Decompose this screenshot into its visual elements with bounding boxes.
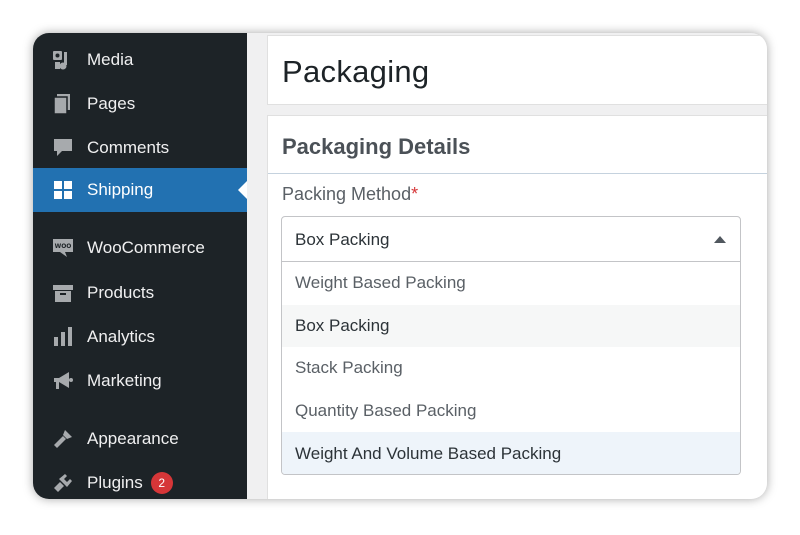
chevron-up-icon[interactable] [714,236,726,243]
sidebar-item-analytics[interactable]: Analytics [33,315,247,359]
option-box-packing[interactable]: Box Packing [282,304,740,348]
sidebar-item-comments[interactable]: Comments [33,126,247,170]
sidebar-item-appearance[interactable]: Appearance [33,417,247,461]
analytics-icon [51,325,75,349]
sidebar-item-label: Pages [87,94,136,113]
shipping-icon [51,178,75,202]
media-icon [51,48,75,72]
appearance-icon [51,427,75,451]
sidebar-item-label: Analytics [87,327,156,346]
packing-method-dropdown: Weight Based Packing Box Packing Stack P… [281,261,741,475]
option-weight-and-volume-based-packing[interactable]: Weight And Volume Based Packing [282,432,740,474]
section-divider [268,173,767,174]
sidebar-item-woocommerce[interactable]: WOO WooCommerce [33,226,247,270]
sidebar-item-plugins[interactable]: Plugins 2 [33,461,247,499]
sidebar-item-label: Plugins [87,473,143,492]
required-marker: * [411,184,419,204]
field-label-text: Packing Method [282,184,412,204]
page-header: Packaging [267,35,767,105]
plugins-update-badge: 2 [150,472,173,494]
sidebar-item-label: WooCommerce [87,238,205,257]
sidebar-item-label: Shipping [87,180,154,199]
sidebar-item-label: Comments [87,138,170,157]
page-title: Packaging [282,54,430,89]
app-window: Media Pages Comments Shipping WOO WooCom… [33,33,767,499]
pages-icon [51,92,75,116]
marketing-icon [51,369,75,393]
plugins-icon [51,471,75,495]
select-value: Box Packing [295,230,390,249]
main-content: Packaging Packaging Details Packing Meth… [247,33,767,499]
sidebar-item-label: Appearance [87,429,179,448]
sidebar-item-label: Products [87,283,155,302]
svg-text:WOO: WOO [55,243,72,250]
sidebar-item-products[interactable]: Products [33,271,247,315]
sidebar-item-marketing[interactable]: Marketing [33,359,247,403]
admin-sidebar: Media Pages Comments Shipping WOO WooCom… [33,33,247,499]
packing-method-select[interactable]: Box Packing [281,216,741,262]
comments-icon [51,136,75,160]
sidebar-item-label: Media [87,50,134,69]
section-title: Packaging Details [282,134,471,159]
sidebar-item-shipping[interactable]: Shipping [33,168,247,212]
products-icon [51,281,75,305]
woocommerce-icon: WOO [51,236,75,260]
packing-method-label: Packing Method* [282,184,418,205]
option-stack-packing[interactable]: Stack Packing [282,347,740,390]
option-weight-based-packing[interactable]: Weight Based Packing [282,262,740,305]
option-quantity-based-packing[interactable]: Quantity Based Packing [282,390,740,433]
sidebar-item-pages[interactable]: Pages [33,82,247,126]
sidebar-item-label: Marketing [87,371,162,390]
sidebar-item-media[interactable]: Media [33,38,247,82]
